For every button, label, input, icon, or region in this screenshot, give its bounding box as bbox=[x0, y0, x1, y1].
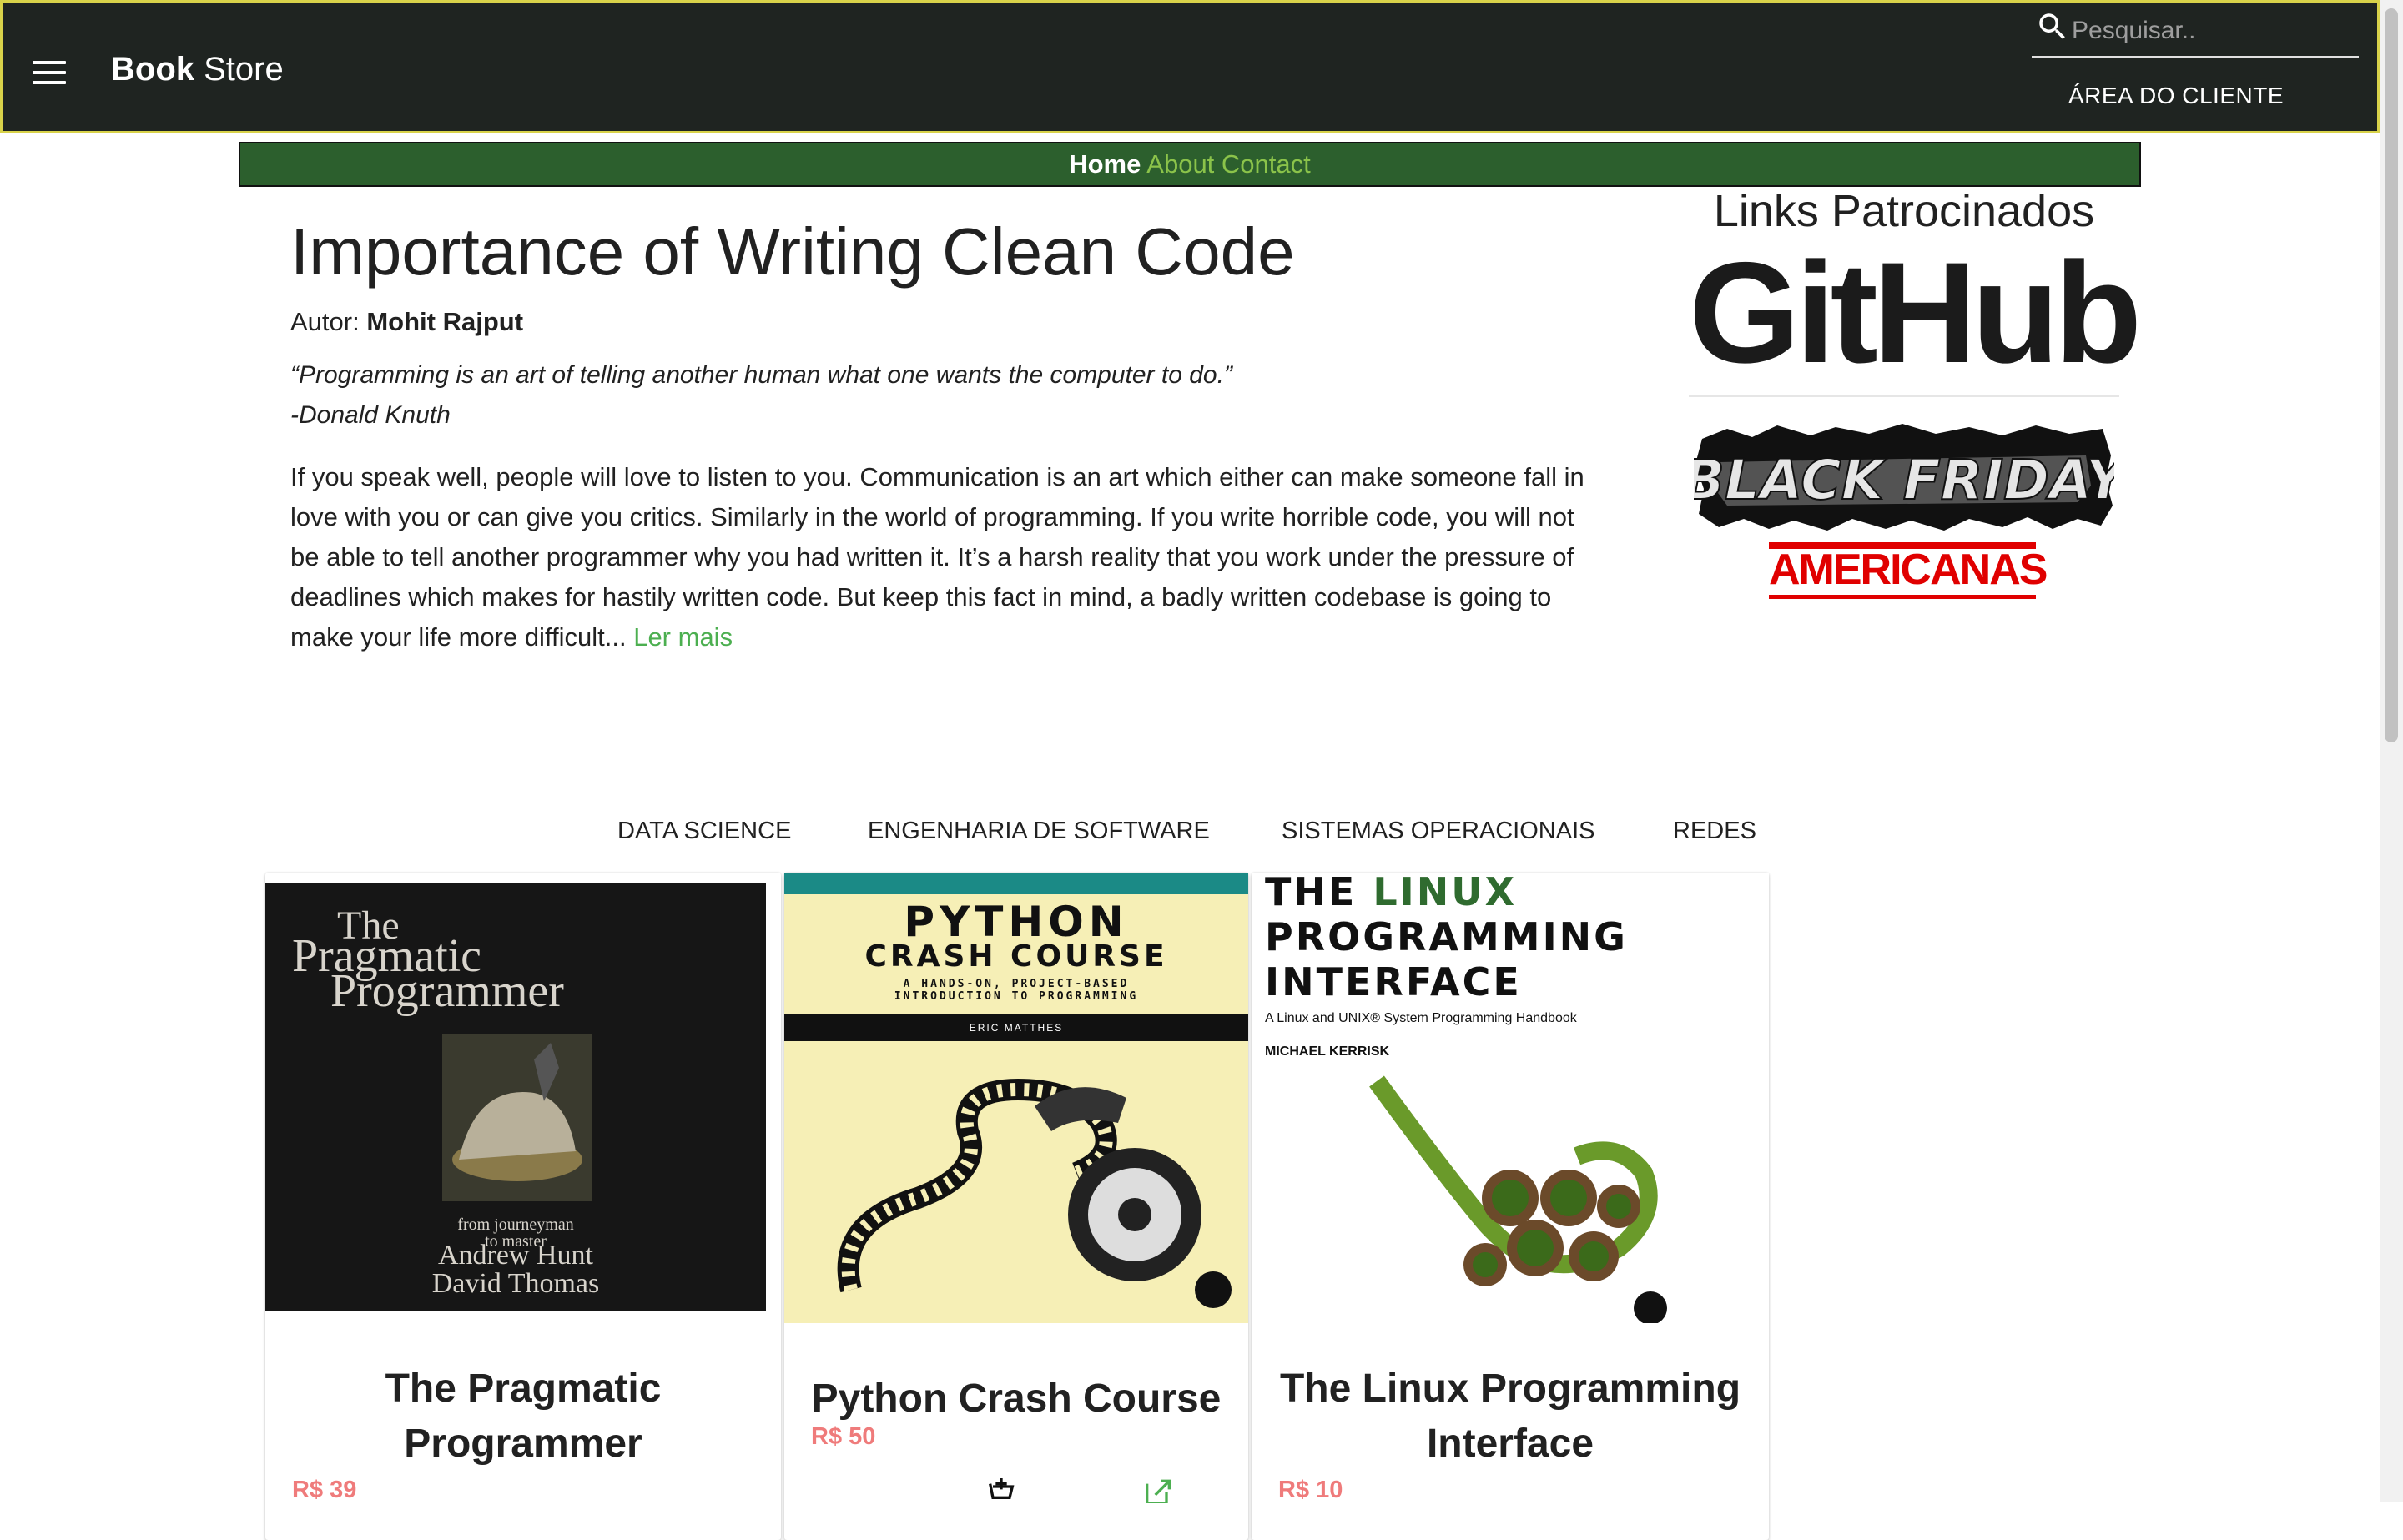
cover-tagline-1: A HANDS-ON, PROJECT-BASED bbox=[903, 978, 1130, 990]
cover-title-line-3: INTERFACE bbox=[1265, 959, 1522, 1004]
black-friday-banner[interactable]: BLACK FRIDAY AMERICANAS bbox=[1682, 422, 2131, 599]
americanas-text: AMERICANAS bbox=[1769, 546, 2048, 594]
search-bar bbox=[2032, 3, 2359, 58]
author-name: Mohit Rajput bbox=[366, 307, 524, 336]
cover-tagline: A HANDS-ON, PROJECT-BASED INTRODUCTION TO… bbox=[784, 978, 1248, 1003]
book-title-line-2: Programmer bbox=[404, 1422, 642, 1466]
article-quote: “Programming is an art of telling anothe… bbox=[290, 355, 1609, 435]
book-title: Python Crash Course bbox=[811, 1376, 1222, 1421]
cover-author: MICHAEL KERRISK bbox=[1265, 1044, 1390, 1059]
book-title-line-1: The Linux Programming bbox=[1279, 1366, 1741, 1411]
github-logo[interactable]: GitHub bbox=[1689, 241, 2142, 385]
book-cover: THE LINUX PROGRAMMING INTERFACE A Linux … bbox=[1252, 873, 1769, 1323]
cover-author: ERIC MATTHES bbox=[784, 1014, 1248, 1041]
author-label: Autor: bbox=[290, 307, 360, 336]
client-area-link[interactable]: ÁREA DO CLIENTE bbox=[2038, 83, 2314, 109]
book-title: The Pragmatic Programmer bbox=[265, 1361, 781, 1472]
featured-article: Importance of Writing Clean Code Autor: … bbox=[290, 209, 1609, 657]
cover-line: Programmer bbox=[330, 965, 564, 1017]
cover-title-line-2: PROGRAMMING bbox=[1265, 914, 1628, 959]
cover-subtitle: A Linux and UNIX® System Programming Han… bbox=[1265, 1011, 1577, 1025]
nav-about[interactable]: About bbox=[1146, 149, 1214, 179]
article-body: If you speak well, people will love to l… bbox=[290, 457, 1609, 657]
cover-title-linux: LINUX bbox=[1373, 873, 1518, 914]
book-cover: The Pragmatic Programmer from journeyman… bbox=[265, 883, 766, 1311]
article-title: Importance of Writing Clean Code bbox=[290, 214, 1295, 289]
menu-icon[interactable] bbox=[33, 61, 66, 84]
secondary-nav: Home About Contact bbox=[239, 142, 2141, 187]
article-excerpt: If you speak well, people will love to l… bbox=[290, 462, 1584, 652]
book-price: R$ 50 bbox=[811, 1423, 876, 1450]
snake-rocket-illustration bbox=[837, 1078, 1232, 1308]
plane-tool-illustration bbox=[442, 1034, 592, 1201]
book-card[interactable]: PYTHON CRASH COURSE A HANDS-ON, PROJECT-… bbox=[784, 873, 1248, 1540]
brand-logo[interactable]: Book Store bbox=[111, 51, 284, 88]
brand-bold: Book bbox=[111, 51, 194, 88]
cover-author-2: David Thomas bbox=[431, 1268, 600, 1299]
sponsored-links: Links Patrocinados GitHub BLACK FRIDAY A… bbox=[1682, 185, 2142, 599]
read-more-link[interactable]: Ler mais bbox=[633, 622, 733, 652]
book-card[interactable]: THE LINUX PROGRAMMING INTERFACE A Linux … bbox=[1252, 873, 1769, 1540]
cover-line: CRASH COURSE bbox=[864, 939, 1168, 974]
article-author: Autor: Mohit Rajput bbox=[290, 307, 1609, 337]
book-card[interactable]: The Pragmatic Programmer from journeyman… bbox=[265, 873, 781, 1540]
book-title-line-1: The Pragmatic bbox=[385, 1366, 662, 1411]
cover-title-the: THE bbox=[1265, 873, 1373, 914]
book-price: R$ 39 bbox=[292, 1477, 357, 1503]
tab-networks[interactable]: REDES bbox=[1673, 818, 1756, 845]
external-link-icon[interactable] bbox=[1141, 1478, 1175, 1503]
quote-author: -Donald Knuth bbox=[290, 401, 451, 429]
cover-title-line-1: THE LINUX bbox=[1265, 873, 1628, 914]
cover-tagline-2: INTRODUCTION TO PROGRAMMING bbox=[894, 990, 1139, 1003]
scrollbar[interactable] bbox=[2380, 0, 2403, 1502]
cover-author-1: Andrew Hunt bbox=[437, 1240, 594, 1271]
top-app-bar: Book Store ÁREA DO CLIENTE bbox=[0, 0, 2380, 133]
add-to-cart-icon[interactable] bbox=[985, 1478, 1018, 1503]
cover-title: THE LINUX PROGRAMMING INTERFACE bbox=[1265, 873, 1628, 1004]
fern-spiral-illustration bbox=[1369, 1075, 1667, 1323]
black-friday-text: BLACK FRIDAY bbox=[1694, 448, 2114, 512]
americanas-logo: AMERICANAS bbox=[1769, 542, 2048, 599]
brand-rest: Store bbox=[194, 51, 284, 88]
search-icon[interactable] bbox=[2035, 9, 2070, 44]
book-price: R$ 10 bbox=[1278, 1477, 1343, 1503]
book-cover: PYTHON CRASH COURSE A HANDS-ON, PROJECT-… bbox=[784, 873, 1248, 1323]
sponsor-divider bbox=[1689, 395, 2119, 397]
quote-text: “Programming is an art of telling anothe… bbox=[290, 361, 1232, 389]
book-title-line-2: Interface bbox=[1426, 1422, 1594, 1466]
scrollbar-thumb[interactable] bbox=[2385, 8, 2398, 742]
search-input[interactable] bbox=[2070, 11, 2349, 51]
nav-contact[interactable]: Contact bbox=[1222, 149, 1311, 179]
cover-tagline-1: from journeyman bbox=[457, 1215, 574, 1234]
nav-home[interactable]: Home bbox=[1069, 149, 1141, 179]
book-title: The Linux Programming Interface bbox=[1252, 1361, 1769, 1472]
tab-software-engineering[interactable]: ENGENHARIA DE SOFTWARE bbox=[868, 818, 1210, 845]
sponsored-title: Links Patrocinados bbox=[1713, 186, 2095, 236]
tab-data-science[interactable]: DATA SCIENCE bbox=[617, 818, 791, 845]
tab-operating-systems[interactable]: SISTEMAS OPERACIONAIS bbox=[1282, 818, 1594, 845]
cover-authors: Andrew Hunt David Thomas bbox=[265, 1241, 766, 1298]
